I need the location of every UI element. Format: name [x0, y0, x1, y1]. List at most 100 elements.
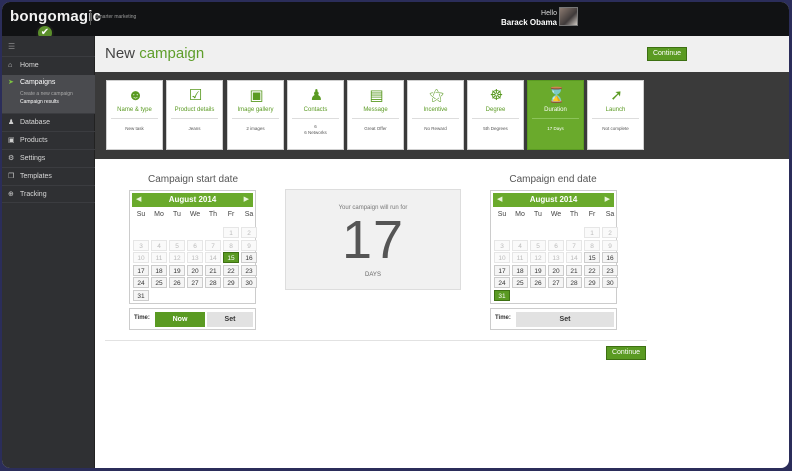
set-time-button[interactable]: Set: [207, 312, 253, 327]
now-button[interactable]: Now: [155, 312, 205, 327]
calendar-day[interactable]: 31: [494, 289, 510, 301]
day-of-week-label: Mo: [154, 211, 164, 218]
prev-month-icon[interactable]: ◀: [497, 193, 502, 207]
sidebar-item-database[interactable]: ♟ Database: [2, 113, 95, 131]
prev-month-icon[interactable]: ◀: [136, 193, 141, 207]
calendar-day[interactable]: 25: [151, 277, 167, 288]
calendar-day: 5: [530, 239, 546, 251]
calendar-day[interactable]: 30: [241, 277, 257, 288]
calendar-day: 4: [151, 239, 167, 251]
app-tagline: smarter marketing: [96, 14, 137, 20]
calendar-day[interactable]: 24: [494, 277, 510, 288]
step-degree[interactable]: ☸ Degree 5th Degrees: [467, 80, 524, 150]
calendar-day[interactable]: 29: [223, 277, 239, 288]
calendar-day[interactable]: 29: [584, 277, 600, 288]
end-date-calendar: ◀ August 2014 ▶ Su Mo Tu We Th Fr Sa 1 2 3 4 5 6 7 8 9 1…: [490, 190, 618, 304]
calendar-day[interactable]: 27: [187, 277, 203, 288]
start-date-label: Campaign start date: [147, 174, 239, 185]
calendar-day[interactable]: 22: [223, 264, 239, 276]
step-duration[interactable]: ⌛ Duration 17 Days: [527, 80, 584, 150]
calendar-day[interactable]: 17: [133, 264, 149, 276]
calendar-day[interactable]: 17: [494, 264, 510, 276]
users-icon: ♟: [8, 119, 15, 126]
step-incentive[interactable]: ⚝ Incentive No Reward: [407, 80, 464, 150]
calendar-day[interactable]: 28: [205, 277, 221, 288]
day-of-week-label: Tu: [534, 211, 542, 218]
divider: [592, 118, 639, 119]
sidebar-item-tracking[interactable]: ⊕ Tracking: [2, 185, 95, 203]
calendar-day[interactable]: 31: [133, 289, 149, 301]
end-time-selector: Time: Set: [490, 308, 617, 330]
calendar-day[interactable]: 30: [602, 277, 618, 288]
calendar-day: 6: [187, 239, 203, 251]
next-month-icon[interactable]: ▶: [605, 193, 610, 207]
continue-button-bottom[interactable]: Continue: [606, 346, 646, 360]
sidebar-subitem-create-campaign[interactable]: Create a new campaign: [20, 91, 73, 97]
sidebar-item-label: Tracking: [20, 191, 47, 198]
copy-icon: ❐: [8, 173, 15, 180]
step-name-type[interactable]: ☻ Name & type New task: [106, 80, 163, 150]
calendar-day: 2: [241, 227, 257, 238]
calendar-day[interactable]: 23: [602, 264, 618, 276]
sidebar-item-campaigns[interactable]: ➤ Campaigns Create a new campaign Campai…: [2, 75, 95, 113]
user-name[interactable]: Barack Obama: [501, 18, 557, 27]
step-launch[interactable]: ➚ Launch Not complete: [587, 80, 644, 150]
calendar-day[interactable]: 22: [584, 264, 600, 276]
step-title: Name & type: [117, 107, 152, 113]
divider: [171, 118, 218, 119]
calendar-day[interactable]: 23: [241, 264, 257, 276]
next-month-icon[interactable]: ▶: [244, 193, 249, 207]
calendar-day: 10: [133, 252, 149, 263]
calendar-day[interactable]: 16: [602, 252, 618, 263]
set-time-button[interactable]: Set: [516, 312, 614, 327]
calendar-month: August 2014: [529, 195, 578, 204]
step-value: New task: [125, 126, 144, 131]
calendar-day[interactable]: 28: [566, 277, 582, 288]
calendar-day[interactable]: 19: [169, 264, 185, 276]
divider: [292, 118, 339, 119]
paper-plane-icon: ➤: [8, 79, 14, 86]
step-image-gallery[interactable]: ▣ Image gallery 2 images: [227, 80, 284, 150]
calendar-day[interactable]: 16: [241, 252, 257, 263]
home-icon: ⌂: [8, 62, 13, 69]
step-product-details[interactable]: ☑ Product details Jeans: [166, 80, 223, 150]
divider: [90, 11, 91, 25]
calendar-day[interactable]: 15: [584, 252, 600, 263]
calendar-day[interactable]: 20: [187, 264, 203, 276]
sidebar-item-settings[interactable]: ⚙ Settings: [2, 149, 95, 167]
top-bar: bongomagic ✔ smarter marketing Hello Bar…: [2, 2, 789, 42]
checklist-icon: ☑: [188, 87, 203, 104]
sidebar-item-label: Products: [20, 137, 48, 144]
sidebar-item-products[interactable]: ▣ Products: [2, 131, 95, 149]
calendar-day[interactable]: 19: [530, 264, 546, 276]
calendar-day[interactable]: 21: [566, 264, 582, 276]
calendar-day[interactable]: 18: [512, 264, 528, 276]
calendar-day[interactable]: 21: [205, 264, 221, 276]
step-message[interactable]: ▤ Message Great Offer: [347, 80, 404, 150]
step-title: Duration: [544, 107, 567, 113]
continue-button-top[interactable]: Continue: [647, 47, 687, 61]
calendar-day[interactable]: 15: [223, 252, 239, 263]
calendar-day[interactable]: 20: [548, 264, 564, 276]
page-header: New campaign Continue: [95, 36, 789, 72]
calendar-day[interactable]: 26: [169, 277, 185, 288]
greeting: Hello: [541, 10, 557, 17]
calendar-day[interactable]: 27: [548, 277, 564, 288]
sidebar: ☰ ⌂ Home ➤ Campaigns Create a new campai…: [2, 36, 95, 468]
step-title: Incentive: [423, 107, 448, 113]
calendar-day[interactable]: 24: [133, 277, 149, 288]
day-of-week-label: Tu: [173, 211, 181, 218]
calendar-day[interactable]: 25: [512, 277, 528, 288]
day-of-week-label: Fr: [227, 211, 235, 218]
sidebar-item-templates[interactable]: ❐ Templates: [2, 167, 95, 185]
menu-toggle-icon[interactable]: ☰: [8, 42, 15, 51]
sidebar-subitem-campaign-results[interactable]: Campaign results: [20, 99, 59, 105]
title-prefix: New: [105, 45, 136, 62]
calendar-day[interactable]: 18: [151, 264, 167, 276]
calendar-day: 13: [187, 252, 203, 263]
step-contacts[interactable]: ♟ Contacts 6 6 Networks: [287, 80, 344, 150]
calendar-day[interactable]: 26: [530, 277, 546, 288]
avatar[interactable]: [559, 7, 578, 26]
sidebar-item-home[interactable]: ⌂ Home: [2, 56, 95, 74]
app-logo[interactable]: bongomagic: [10, 8, 101, 25]
